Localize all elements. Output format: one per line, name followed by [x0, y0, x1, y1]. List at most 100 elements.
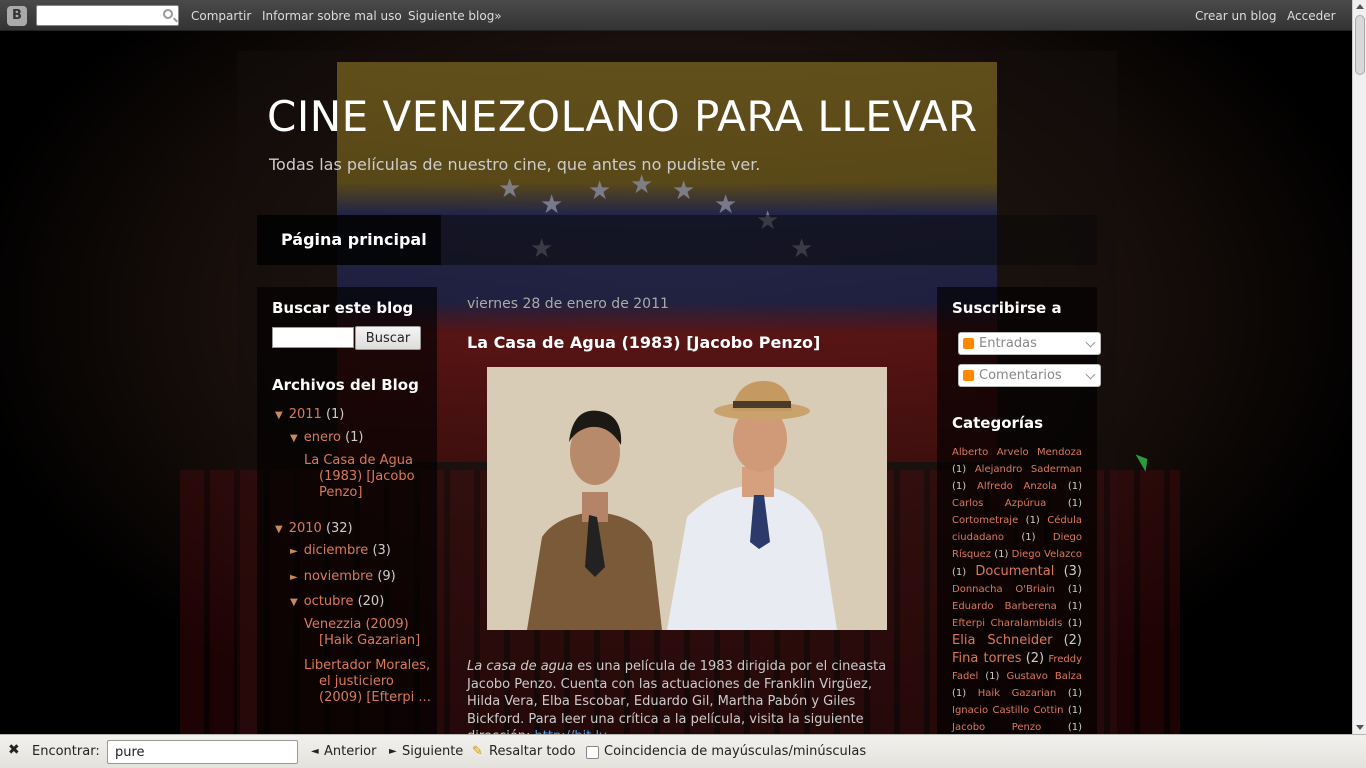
close-icon[interactable]: ✖	[8, 742, 20, 758]
scroll-down-arrow-icon[interactable]	[1356, 725, 1364, 730]
flag-star-icon: ★	[672, 176, 696, 206]
navbar-search-input[interactable]	[36, 5, 179, 26]
next-blog-link[interactable]: Siguiente blog»	[408, 9, 502, 23]
category-count: (1)	[1067, 584, 1082, 595]
categories-widget-title: Categorías	[952, 414, 1044, 432]
category-count: (2)	[1025, 651, 1045, 666]
report-abuse-link[interactable]: Informar sobre mal uso	[262, 9, 402, 23]
search-widget-title: Buscar este blog	[272, 299, 414, 317]
category-link[interactable]: Haik Gazarian	[978, 688, 1056, 699]
archive-post-link[interactable]: Venezzia (2009) [Haik Gazarian]	[304, 617, 434, 649]
find-label: Encontrar:	[32, 744, 100, 759]
search-icon[interactable]	[163, 9, 173, 19]
category-count: (1)	[1067, 481, 1083, 492]
rss-feed-icon	[963, 338, 974, 349]
scroll-up-arrow-icon[interactable]	[1356, 4, 1364, 9]
flag-star-icon: ★	[498, 174, 522, 204]
expand-toggle-icon[interactable]: ►	[290, 572, 298, 583]
blogger-logo-icon[interactable]: B	[7, 6, 27, 26]
category-link[interactable]: Eduardo Barberena	[952, 601, 1057, 612]
category-link[interactable]: Documental	[975, 564, 1054, 579]
blog-search-input[interactable]	[272, 327, 354, 348]
collapse-toggle-icon[interactable]: ▼	[275, 524, 283, 535]
sidebar-right: Suscribirse a Entradas Comentarios Categ…	[937, 287, 1101, 750]
create-blog-link[interactable]: Crear un blog	[1195, 9, 1276, 23]
collapse-toggle-icon[interactable]: ▼	[275, 410, 283, 421]
chevron-down-icon[interactable]	[1085, 369, 1096, 380]
search-button[interactable]: Buscar	[355, 326, 421, 350]
blog-description: Todas las películas de nuestro cine, que…	[269, 155, 761, 174]
share-link[interactable]: Compartir	[191, 9, 251, 23]
film-still-illustration	[487, 367, 887, 630]
archive-count: (9)	[377, 569, 396, 584]
subscribe-entries-dropdown[interactable]: Entradas	[958, 332, 1101, 355]
category-count: (1)	[985, 671, 1000, 682]
archive-widget-title: Archivos del Blog	[272, 376, 419, 394]
vertical-scrollbar[interactable]	[1352, 0, 1366, 734]
category-link[interactable]: Efterpi Charalambidis	[952, 618, 1062, 629]
archive-month-noviembre: ► noviembre (9)	[290, 569, 396, 584]
archive-month-diciembre: ► diciembre (3)	[290, 543, 391, 558]
archive-post-link[interactable]: La Casa de Agua (1983) [Jacobo Penzo]	[304, 453, 434, 501]
scrollbar-thumb[interactable]	[1355, 15, 1365, 75]
category-link[interactable]: Jacobo Penzo	[952, 722, 1041, 733]
categories-cloud: Alberto Arvelo Mendoza (1) Alejandro Sad…	[952, 444, 1082, 753]
find-input[interactable]	[107, 740, 298, 764]
archive-year-2010: ▼ 2010 (32)	[275, 521, 353, 536]
next-arrow-icon[interactable]: ►	[389, 746, 397, 757]
find-bar: ✖ Encontrar: ◄ Anterior ► Siguiente ✎ Re…	[0, 734, 1366, 768]
category-link[interactable]: Alejandro Saderman	[975, 464, 1082, 475]
category-count: (1)	[952, 567, 967, 578]
category-count: (1)	[952, 464, 967, 475]
archive-link-diciembre[interactable]: diciembre	[304, 543, 369, 558]
category-count: (1)	[1067, 705, 1082, 716]
category-count: (1)	[1067, 618, 1082, 629]
category-count: (1)	[1025, 515, 1040, 526]
post-image[interactable]	[487, 367, 887, 630]
category-link[interactable]: Elia Schneider	[952, 633, 1053, 648]
subscribe-comments-label: Comentarios	[979, 368, 1062, 383]
category-link[interactable]: Alfredo Anzola	[977, 481, 1057, 492]
page-tabs: Página principal	[257, 215, 1097, 265]
archive-link-enero[interactable]: enero	[304, 430, 341, 445]
category-link[interactable]: Alberto Arvelo Mendoza	[952, 447, 1082, 458]
archive-post-link[interactable]: Libertador Morales, el justiciero (2009)…	[304, 658, 434, 706]
rss-feed-icon	[963, 370, 974, 381]
category-link[interactable]: Diego Velazco	[1012, 549, 1082, 560]
blog-title[interactable]: CINE VENEZOLANO PARA LLEVAR	[267, 92, 978, 141]
sign-in-link[interactable]: Acceder	[1287, 9, 1336, 23]
archive-link-octubre[interactable]: octubre	[304, 594, 354, 609]
archive-year-2011: ▼ 2011 (1)	[275, 407, 344, 422]
archive-count: (32)	[325, 521, 353, 536]
collapse-toggle-icon[interactable]: ▼	[290, 597, 298, 608]
flag-star-icon: ★	[588, 176, 612, 206]
find-next-button[interactable]: Siguiente	[402, 744, 463, 759]
tab-home[interactable]: Página principal	[257, 215, 441, 265]
archive-link-2011[interactable]: 2011	[289, 407, 322, 422]
previous-arrow-icon[interactable]: ◄	[311, 746, 319, 757]
subscribe-comments-dropdown[interactable]: Comentarios	[958, 364, 1101, 387]
highlight-all-button[interactable]: Resaltar todo	[489, 744, 576, 759]
match-case-checkbox[interactable]	[586, 746, 599, 759]
match-case-label[interactable]: Coincidencia de mayúsculas/minúsculas	[604, 744, 866, 759]
archive-link-noviembre[interactable]: noviembre	[304, 569, 373, 584]
highlighter-icon[interactable]: ✎	[472, 744, 483, 759]
post-body: La casa de agua es una película de 1983 …	[467, 658, 907, 746]
collapse-toggle-icon[interactable]: ▼	[290, 433, 298, 444]
archive-link-2010[interactable]: 2010	[289, 521, 322, 536]
category-link[interactable]: Ignacio Castillo Cottin	[952, 705, 1064, 716]
post-title[interactable]: La Casa de Agua (1983) [Jacobo Penzo]	[467, 333, 820, 352]
chevron-down-icon[interactable]	[1085, 337, 1096, 348]
category-link[interactable]: Gustavo Balza	[1006, 671, 1082, 682]
expand-toggle-icon[interactable]: ►	[290, 546, 298, 557]
category-count: (2)	[1063, 633, 1082, 648]
find-previous-button[interactable]: Anterior	[324, 744, 376, 759]
category-link[interactable]: Donnacha O'Briain	[952, 584, 1055, 595]
category-link[interactable]: Fina torres	[952, 651, 1022, 666]
category-count: (1)	[952, 688, 967, 699]
subscribe-entries-label: Entradas	[979, 336, 1037, 351]
flag-star-icon: ★	[630, 170, 654, 200]
category-link[interactable]: Carlos Azpúrua	[952, 498, 1046, 509]
category-link[interactable]: Cortometraje	[952, 515, 1018, 526]
category-count: (1)	[1067, 722, 1082, 733]
